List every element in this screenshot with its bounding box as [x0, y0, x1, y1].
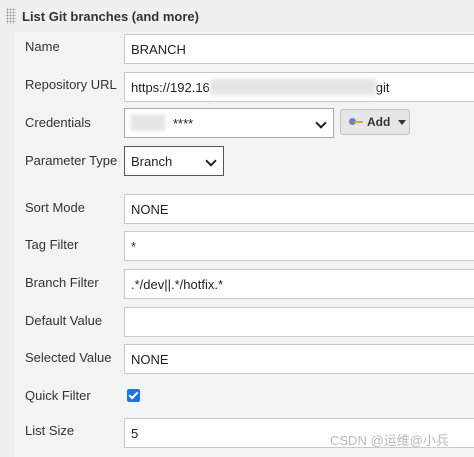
branch-filter-field[interactable]: .*/dev||.*/hotfix.* [124, 269, 474, 299]
parameter-type-label: Parameter Type [25, 153, 118, 168]
chevron-down-icon [315, 117, 327, 129]
quick-filter-label: Quick Filter [25, 388, 91, 403]
name-field[interactable]: BRANCH [124, 34, 474, 64]
add-button-label: Add [367, 115, 391, 129]
parameter-type-select[interactable]: Branch [124, 146, 224, 176]
tag-filter-value: * [131, 238, 137, 254]
section-title: List Git branches (and more) [22, 8, 199, 24]
name-value: BRANCH [131, 41, 186, 57]
redacted-url-blur [209, 79, 376, 95]
sort-mode-value: NONE [131, 201, 169, 217]
list-size-label: List Size [25, 423, 75, 438]
drag-handle-icon[interactable] [6, 8, 16, 24]
branch-filter-value: .*/dev||.*/hotfix.* [131, 276, 224, 292]
repository-url-field[interactable]: https://192.16 git [124, 72, 474, 102]
default-value-label: Default Value [25, 313, 103, 328]
key-icon [349, 117, 363, 127]
selected-value-value: NONE [131, 351, 169, 367]
branch-filter-label: Branch Filter [25, 275, 99, 290]
credentials-select[interactable]: **** [124, 108, 334, 138]
name-label: Name [25, 39, 60, 54]
selected-value-label: Selected Value [25, 350, 112, 365]
quick-filter-checkbox[interactable] [127, 389, 140, 402]
chevron-down-icon [205, 155, 217, 167]
list-size-value: 5 [131, 425, 139, 441]
repository-url-label: Repository URL [25, 77, 117, 92]
sort-mode-label: Sort Mode [25, 200, 85, 215]
section-header: List Git branches (and more) [0, 0, 474, 32]
credentials-label: Credentials [25, 115, 91, 130]
add-credentials-button[interactable]: Add [340, 109, 410, 135]
repository-url-prefix: https://192.16 [131, 79, 210, 95]
default-value-field[interactable] [124, 307, 474, 337]
parameter-type-value: Branch [131, 153, 173, 169]
selected-value-field[interactable]: NONE [124, 344, 474, 374]
watermark: CSDN @运维@小兵 [330, 433, 449, 448]
tag-filter-label: Tag Filter [25, 237, 79, 252]
redacted-credential-blur [131, 115, 165, 131]
repository-url-suffix: git [375, 79, 390, 95]
sort-mode-field[interactable]: NONE [124, 194, 474, 224]
caret-down-icon [398, 119, 407, 125]
credentials-value: **** [173, 115, 194, 131]
tag-filter-field[interactable]: * [124, 231, 474, 261]
